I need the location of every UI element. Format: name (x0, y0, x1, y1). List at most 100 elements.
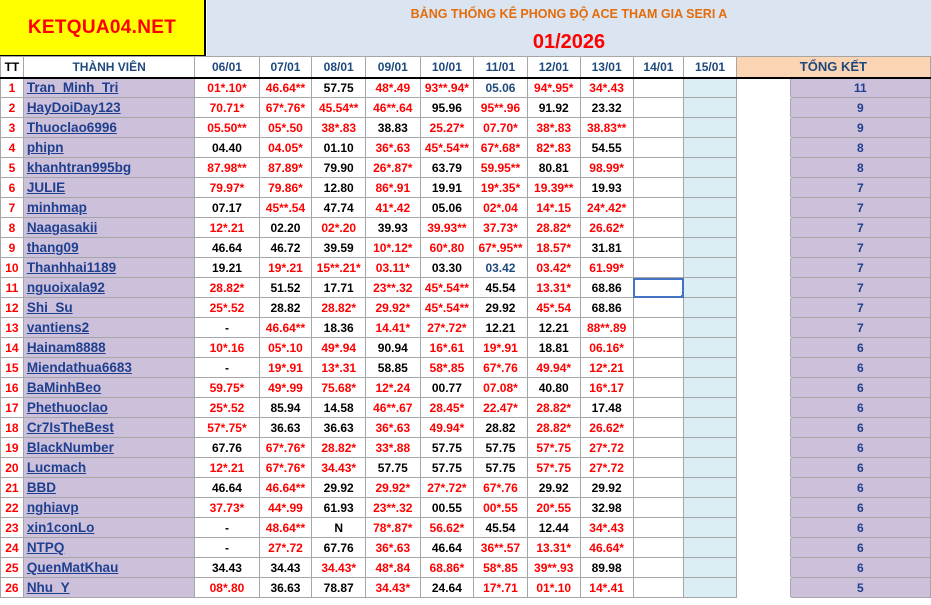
score-cell[interactable]: 28.82 (473, 417, 528, 438)
header-date-3[interactable]: 08/01 (311, 56, 366, 79)
score-cell[interactable]: 12.80 (311, 177, 366, 198)
member-name-link[interactable]: JULIE (22, 177, 196, 198)
score-cell[interactable]: 46**.64 (364, 97, 421, 118)
empty-cell[interactable] (632, 417, 685, 438)
score-cell[interactable]: 18.81 (526, 337, 581, 358)
score-cell[interactable]: 48*.49 (364, 77, 421, 98)
score-cell[interactable]: 45*.54** (419, 297, 475, 318)
score-cell[interactable]: 33*.88 (364, 437, 421, 458)
empty-cell[interactable] (632, 477, 685, 498)
member-name-link[interactable]: xin1conLo (22, 517, 196, 538)
row-number[interactable]: 19 (0, 437, 24, 458)
score-cell[interactable]: 29.92 (473, 297, 528, 318)
score-cell[interactable]: 46.64* (579, 537, 634, 558)
score-cell[interactable]: 16*.17 (579, 377, 634, 398)
score-cell[interactable]: 07.17 (194, 197, 260, 218)
score-cell[interactable]: 05*.10 (258, 337, 313, 358)
score-cell[interactable]: 03.30 (419, 257, 475, 278)
score-cell[interactable]: 57.75 (311, 77, 366, 98)
row-number[interactable]: 3 (0, 117, 24, 138)
score-cell[interactable]: 58*.85 (473, 557, 528, 578)
row-number[interactable]: 11 (0, 277, 24, 298)
score-cell[interactable]: 46.64 (194, 477, 260, 498)
member-name-link[interactable]: Naagasakii (22, 217, 196, 238)
row-number[interactable]: 22 (0, 497, 24, 518)
score-cell[interactable]: 58.85 (364, 357, 421, 378)
score-cell[interactable]: 29.92 (311, 477, 366, 498)
score-cell[interactable]: 89.98 (579, 557, 634, 578)
member-name-link[interactable]: Miendathua6683 (22, 357, 196, 378)
row-number[interactable]: 13 (0, 317, 24, 338)
spacer-cell[interactable] (735, 457, 791, 478)
score-cell[interactable]: 58*.85 (419, 357, 475, 378)
row-number[interactable]: 7 (0, 197, 24, 218)
score-cell[interactable]: 67*.68* (473, 137, 528, 158)
spacer-cell[interactable] (735, 277, 791, 298)
score-cell[interactable]: 13*.31 (311, 357, 366, 378)
score-cell[interactable]: 12*.24 (364, 377, 421, 398)
score-cell[interactable]: 87.89* (258, 157, 313, 178)
score-cell[interactable]: 39**.93 (526, 557, 581, 578)
total-cell[interactable]: 6 (789, 417, 931, 438)
empty-cell[interactable] (632, 257, 685, 278)
row-number[interactable]: 10 (0, 257, 24, 278)
score-cell[interactable]: 07.08* (473, 377, 528, 398)
score-cell[interactable]: 36.63 (258, 417, 313, 438)
header-total[interactable]: TỔNG KẾT (735, 56, 931, 79)
total-cell[interactable]: 7 (789, 317, 931, 338)
header-date-2[interactable]: 07/01 (258, 56, 313, 79)
score-cell[interactable]: - (194, 357, 260, 378)
score-cell[interactable]: 13.31* (526, 537, 581, 558)
score-cell[interactable]: 67.76 (311, 537, 366, 558)
empty-cell[interactable] (683, 317, 737, 338)
row-number[interactable]: 2 (0, 97, 24, 118)
header-member[interactable]: THÀNH VIÊN (22, 56, 196, 79)
score-cell[interactable]: 23**.32 (364, 497, 421, 518)
score-cell[interactable]: 29.92 (526, 477, 581, 498)
score-cell[interactable]: 01*.10 (526, 577, 581, 598)
score-cell[interactable]: 02*.04 (473, 197, 528, 218)
spacer-cell[interactable] (735, 157, 791, 178)
row-number[interactable]: 5 (0, 157, 24, 178)
empty-cell[interactable] (632, 237, 685, 258)
score-cell[interactable]: 28.45* (419, 397, 475, 418)
score-cell[interactable]: 57.75 (419, 437, 475, 458)
empty-cell[interactable] (683, 297, 737, 318)
score-cell[interactable]: 57.75 (364, 457, 421, 478)
total-cell[interactable]: 7 (789, 237, 931, 258)
total-cell[interactable]: 8 (789, 157, 931, 178)
score-cell[interactable]: 14.58 (311, 397, 366, 418)
empty-cell[interactable] (683, 137, 737, 158)
score-cell[interactable]: 19.91 (419, 177, 475, 198)
spacer-cell[interactable] (735, 117, 791, 138)
spacer-cell[interactable] (735, 377, 791, 398)
empty-cell[interactable] (683, 217, 737, 238)
row-number[interactable]: 1 (0, 77, 24, 98)
member-name-link[interactable]: phipn (22, 137, 196, 158)
empty-cell[interactable] (683, 477, 737, 498)
score-cell[interactable]: 28.82* (194, 277, 260, 298)
row-number[interactable]: 9 (0, 237, 24, 258)
member-name-link[interactable]: khanhtran995bg (22, 157, 196, 178)
score-cell[interactable]: 46.64 (194, 237, 260, 258)
score-cell[interactable]: 24*.42* (579, 197, 634, 218)
spacer-cell[interactable] (735, 257, 791, 278)
score-cell[interactable]: 19.93 (579, 177, 634, 198)
score-cell[interactable]: 34.43 (258, 557, 313, 578)
score-cell[interactable]: 60*.80 (419, 237, 475, 258)
score-cell[interactable]: 03.42* (526, 257, 581, 278)
empty-cell[interactable] (632, 517, 685, 538)
score-cell[interactable]: 54.55 (579, 137, 634, 158)
score-cell[interactable]: - (194, 517, 260, 538)
score-cell[interactable]: 08*.80 (194, 577, 260, 598)
row-number[interactable]: 21 (0, 477, 24, 498)
score-cell[interactable]: 12*.21 (579, 357, 634, 378)
member-name-link[interactable]: Thanhhai1189 (22, 257, 196, 278)
spacer-cell[interactable] (735, 177, 791, 198)
empty-cell[interactable] (632, 557, 685, 578)
empty-cell[interactable] (632, 137, 685, 158)
row-number[interactable]: 15 (0, 357, 24, 378)
score-cell[interactable]: 39.93** (419, 217, 475, 238)
spacer-cell[interactable] (735, 437, 791, 458)
score-cell[interactable]: 67*.76 (473, 477, 528, 498)
